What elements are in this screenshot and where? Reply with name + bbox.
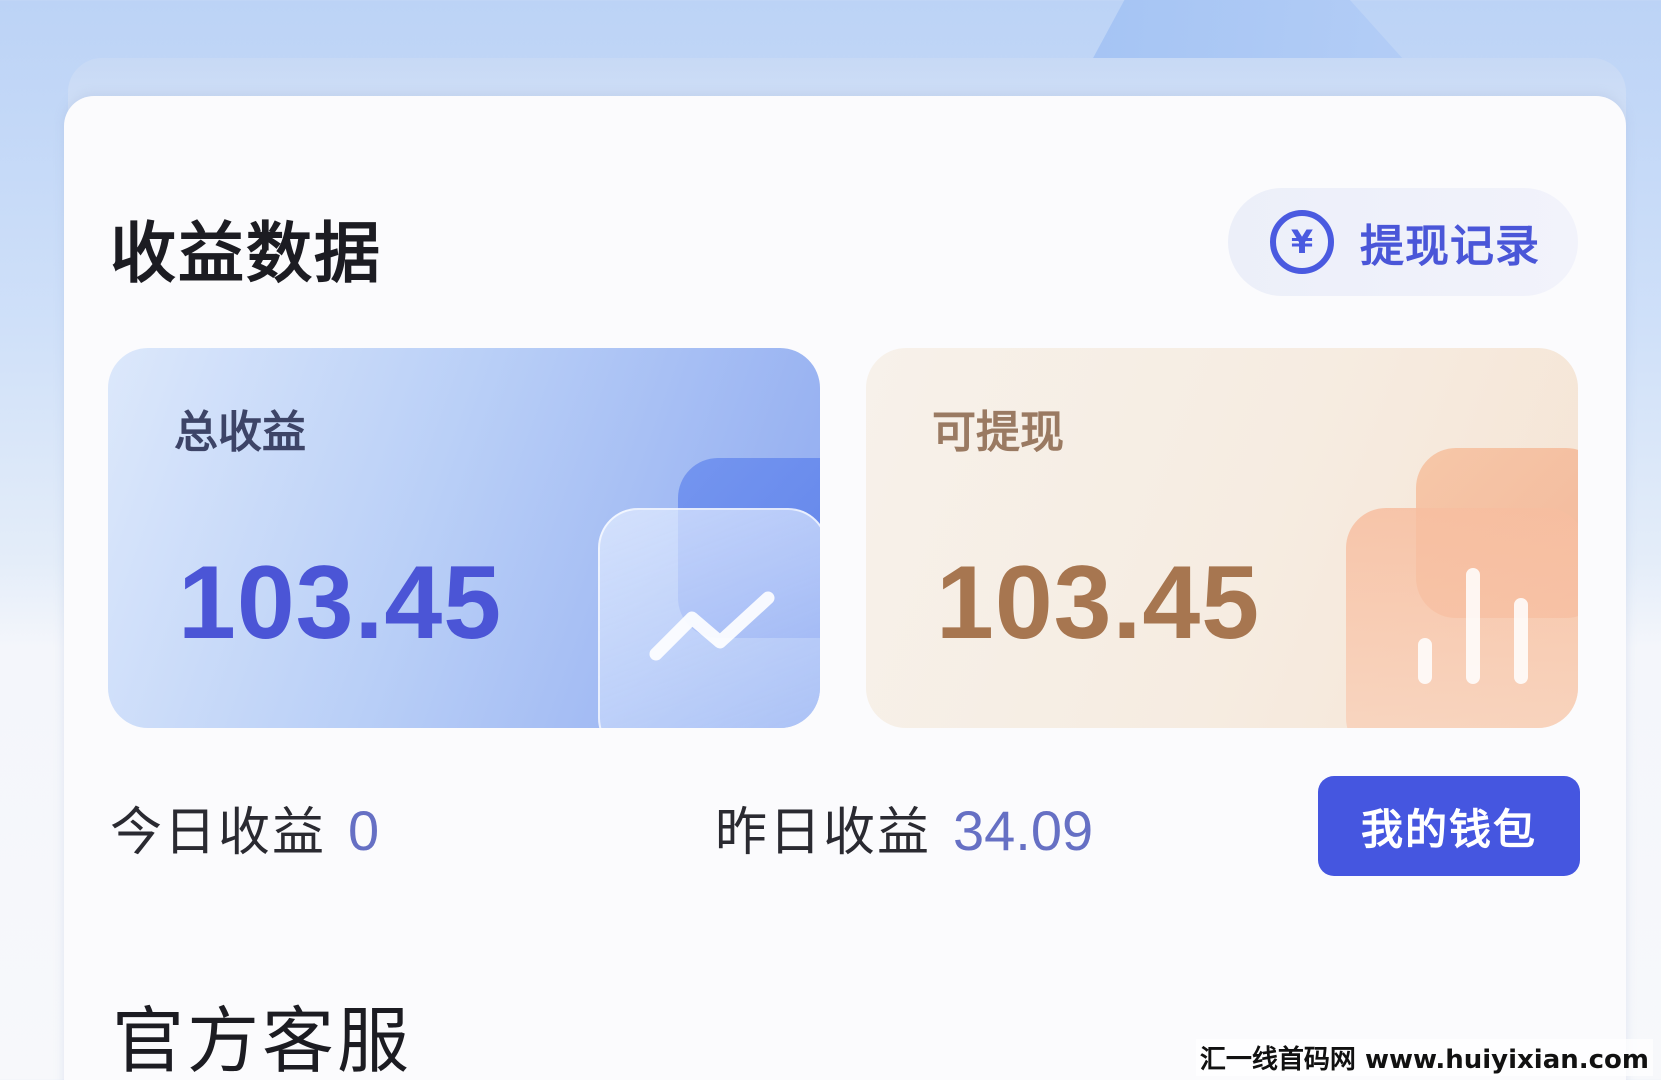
earnings-section-title: 收益数据: [110, 215, 382, 292]
bar-chart-icon: [1418, 568, 1528, 684]
yesterday-earnings-label: 昨日收益: [715, 803, 932, 863]
yesterday-earnings-value: 34.09: [953, 799, 1094, 862]
yuan-symbol: ¥: [1290, 223, 1314, 261]
withdraw-record-label: 提现记录: [1360, 221, 1540, 272]
total-earnings-card[interactable]: 总收益 103.45: [108, 348, 820, 728]
yuan-coin-icon: ¥: [1270, 210, 1334, 274]
yesterday-earnings: 昨日收益 34.09: [715, 790, 1093, 865]
withdrawable-card[interactable]: 可提现 103.45: [866, 348, 1578, 728]
trend-line-icon: [649, 591, 775, 661]
total-earnings-label: 总收益: [174, 407, 306, 458]
withdrawable-label: 可提现: [932, 407, 1064, 458]
site-watermark: 汇一线首码网 www.huiyixian.com: [1195, 1039, 1653, 1076]
total-earnings-value: 103.45: [178, 545, 503, 661]
withdraw-record-button[interactable]: ¥ 提现记录: [1228, 188, 1578, 296]
today-earnings-value: 0: [348, 799, 380, 862]
official-support-title: 官方客服: [112, 999, 413, 1080]
my-wallet-button[interactable]: 我的钱包: [1318, 776, 1580, 876]
today-earnings-label: 今日收益: [110, 803, 327, 863]
today-earnings: 今日收益 0: [110, 790, 379, 865]
withdrawable-value: 103.45: [936, 545, 1261, 661]
